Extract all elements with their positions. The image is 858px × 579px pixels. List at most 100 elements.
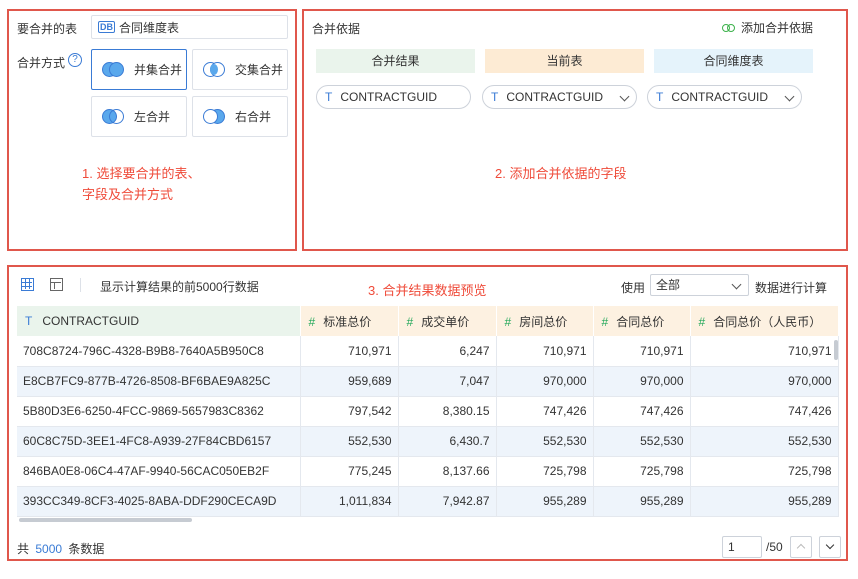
page-number-input[interactable]: 1 bbox=[722, 536, 762, 558]
next-page-button[interactable] bbox=[819, 536, 841, 558]
table-cell: 970,000 bbox=[593, 366, 691, 397]
header-contractguid[interactable]: T CONTRACTGUID bbox=[17, 306, 301, 336]
column-contract-dim-table: 合同维度表 bbox=[654, 49, 813, 73]
table-selector-value: 合同维度表 bbox=[119, 20, 180, 35]
add-merge-basis-button[interactable]: 添加合并依据 bbox=[722, 19, 813, 36]
dim-table-field-value: CONTRACTGUID bbox=[671, 90, 769, 104]
prev-page-button[interactable] bbox=[790, 536, 812, 558]
left-merge-button[interactable]: 左合并 bbox=[91, 96, 187, 137]
right-merge-button[interactable]: 右合并 bbox=[192, 96, 288, 137]
table-cell: 7,942.87 bbox=[398, 486, 497, 517]
text-type-icon: T bbox=[325, 90, 333, 104]
right-merge-label: 右合并 bbox=[235, 110, 272, 124]
table-cell: 970,000 bbox=[496, 366, 594, 397]
table-cell: 710,971 bbox=[690, 336, 839, 367]
add-merge-basis-label: 添加合并依据 bbox=[741, 21, 814, 35]
column-current-table: 当前表 bbox=[485, 49, 644, 73]
table-cell: 725,798 bbox=[496, 456, 594, 487]
chevron-up-icon bbox=[796, 543, 806, 553]
help-icon[interactable]: ? bbox=[68, 53, 82, 67]
number-type-icon: # bbox=[406, 314, 414, 329]
annotation-step-2: 2. 添加合并依据的字段 bbox=[495, 166, 627, 181]
table-cell: 797,542 bbox=[300, 396, 399, 427]
table-cell: 970,000 bbox=[690, 366, 839, 397]
use-label: 使用 bbox=[621, 281, 646, 295]
table-cell: 7,047 bbox=[398, 366, 497, 397]
header-standard-total[interactable]: # 标准总价 bbox=[300, 306, 399, 336]
dim-table-field-select[interactable]: T CONTRACTGUID bbox=[647, 85, 802, 109]
table-label: 要合并的表 bbox=[17, 22, 78, 36]
table-cell: 60C8C75D-3EE1-4FC8-A939-27F84CBD6157 bbox=[17, 426, 301, 457]
result-field[interactable]: T CONTRACTGUID bbox=[316, 85, 471, 109]
header-contract-total[interactable]: # 合同总价 bbox=[593, 306, 691, 336]
merge-mode-label: 合并方式 bbox=[17, 56, 66, 70]
table-view-icon[interactable] bbox=[21, 278, 34, 291]
table-cell: 710,971 bbox=[593, 336, 691, 367]
total-count-footer: 共 5000 条数据 bbox=[17, 542, 105, 556]
current-table-field-select[interactable]: T CONTRACTGUID bbox=[482, 85, 637, 109]
chevron-down-icon bbox=[784, 91, 795, 102]
annotation-box-basis bbox=[302, 9, 848, 251]
total-pages: /50 bbox=[766, 540, 783, 554]
toolbar-divider bbox=[80, 278, 81, 292]
number-type-icon: # bbox=[601, 314, 609, 329]
number-type-icon: # bbox=[308, 314, 316, 329]
chevron-down-icon bbox=[825, 540, 835, 550]
table-cell: 6,430.7 bbox=[398, 426, 497, 457]
annotation-step-3: 3. 合并结果数据预览 bbox=[368, 283, 487, 298]
table-cell: 955,289 bbox=[496, 486, 594, 517]
table-row: 393CC349-8CF3-4025-8ABA-DDF290CECA9D 1,0… bbox=[17, 486, 839, 517]
table-cell: 747,426 bbox=[593, 396, 691, 427]
table-cell: 6,247 bbox=[398, 336, 497, 367]
layout-view-icon[interactable] bbox=[50, 278, 63, 291]
table-cell: 552,530 bbox=[690, 426, 839, 457]
result-field-value: CONTRACTGUID bbox=[340, 90, 438, 104]
table-cell: 955,289 bbox=[690, 486, 839, 517]
intersect-venn-icon bbox=[203, 60, 225, 80]
text-type-icon: T bbox=[491, 90, 499, 104]
table-row: 846BA0E8-06C4-47AF-9940-56CAC050EB2F 775… bbox=[17, 456, 839, 487]
table-row: 60C8C75D-3EE1-4FC8-A939-27F84CBD6157 552… bbox=[17, 426, 839, 457]
current-table-field-value: CONTRACTGUID bbox=[506, 90, 604, 104]
union-merge-button[interactable]: 并集合并 bbox=[91, 49, 187, 90]
database-icon: DB bbox=[98, 21, 115, 33]
table-cell: 747,426 bbox=[690, 396, 839, 427]
table-cell: 552,530 bbox=[593, 426, 691, 457]
total-count: 5000 bbox=[35, 542, 63, 556]
table-cell: 710,971 bbox=[496, 336, 594, 367]
table-cell: 708C8724-796C-4328-B9B8-7640A5B950C8 bbox=[17, 336, 301, 367]
table-row: E8CB7FC9-877B-4726-8508-BF6BAE9A825C 959… bbox=[17, 366, 839, 397]
merge-basis-title: 合并依据 bbox=[312, 22, 361, 36]
horizontal-scrollbar[interactable] bbox=[19, 518, 192, 522]
table-cell: 1,011,834 bbox=[300, 486, 399, 517]
left-merge-label: 左合并 bbox=[134, 110, 171, 124]
intersect-merge-button[interactable]: 交集合并 bbox=[192, 49, 288, 90]
table-row: 5B80D3E6-6250-4FCC-9869-5657983C8362 797… bbox=[17, 396, 839, 427]
table-cell: 710,971 bbox=[300, 336, 399, 367]
scope-select[interactable]: 全部 bbox=[650, 274, 749, 296]
table-cell: 775,245 bbox=[300, 456, 399, 487]
table-cell: 725,798 bbox=[690, 456, 839, 487]
table-cell: 8,380.15 bbox=[398, 396, 497, 427]
header-contract-total-rmb[interactable]: # 合同总价（人民币） bbox=[690, 306, 839, 336]
vertical-scrollbar[interactable] bbox=[834, 340, 838, 360]
union-merge-label: 并集合并 bbox=[134, 63, 183, 77]
header-unit-price[interactable]: # 成交单价 bbox=[398, 306, 497, 336]
table-cell: 955,289 bbox=[593, 486, 691, 517]
preview-info-text: 显示计算结果的前5000行数据 bbox=[100, 280, 259, 294]
text-type-icon: T bbox=[656, 90, 664, 104]
table-cell: 959,689 bbox=[300, 366, 399, 397]
annotation-step-1-line2: 字段及合并方式 bbox=[82, 187, 174, 202]
table-cell: 725,798 bbox=[593, 456, 691, 487]
annotation-step-1-line1: 1. 选择要合并的表、 bbox=[82, 166, 201, 181]
chevron-down-icon bbox=[731, 279, 742, 290]
number-type-icon: # bbox=[504, 314, 512, 329]
table-cell: E8CB7FC9-877B-4726-8508-BF6BAE9A825C bbox=[17, 366, 301, 397]
table-selector[interactable]: DB 合同维度表 bbox=[91, 15, 288, 39]
scope-select-value: 全部 bbox=[656, 278, 681, 292]
table-cell: 393CC349-8CF3-4025-8ABA-DDF290CECA9D bbox=[17, 486, 301, 517]
right-venn-icon bbox=[203, 107, 225, 127]
header-room-total[interactable]: # 房间总价 bbox=[496, 306, 594, 336]
chevron-down-icon bbox=[619, 91, 630, 102]
table-row: 708C8724-796C-4328-B9B8-7640A5B950C8 710… bbox=[17, 336, 839, 367]
